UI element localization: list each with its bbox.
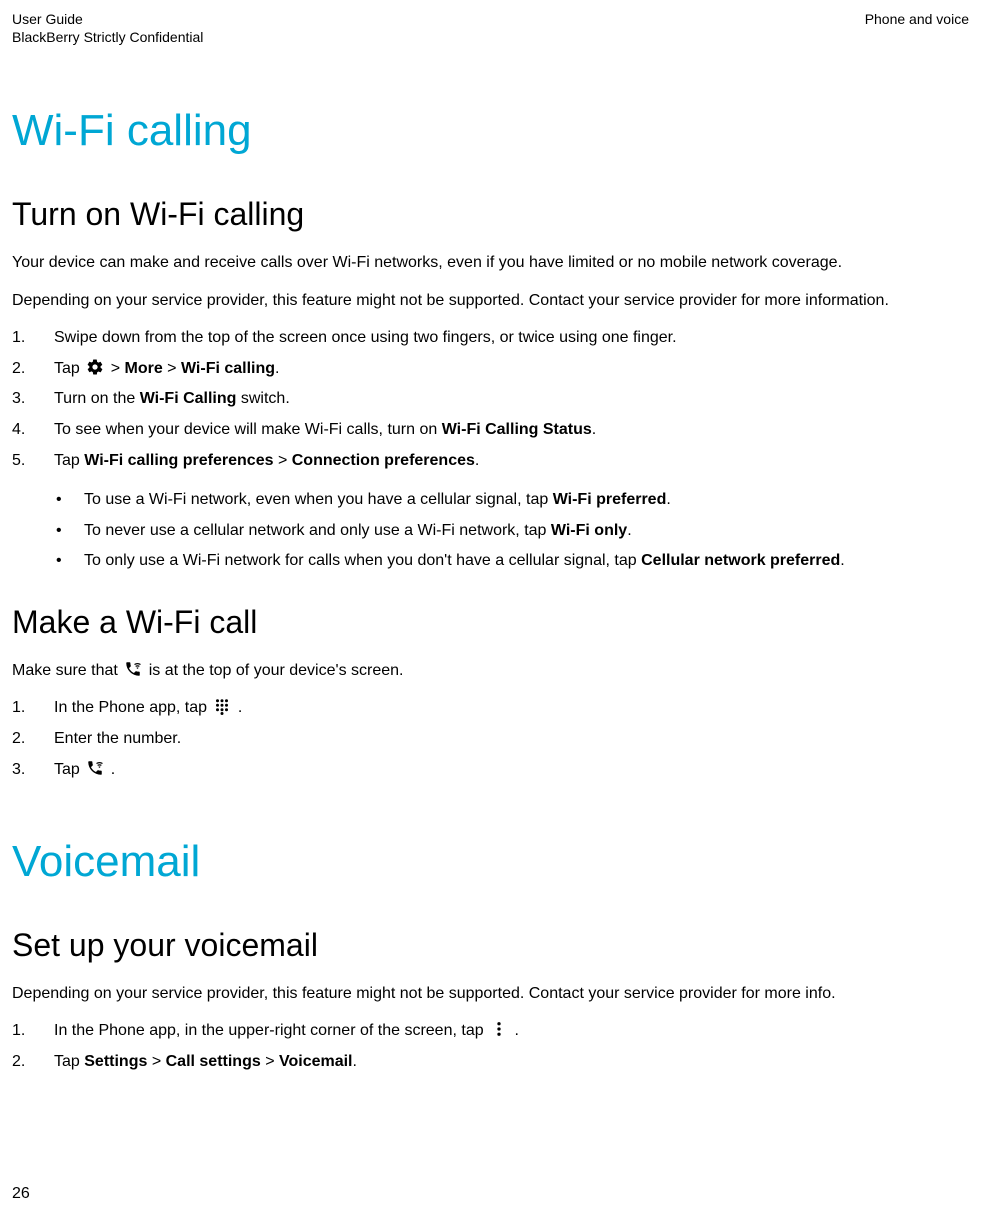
steps-turn-on: Swipe down from the top of the screen on… xyxy=(12,326,969,474)
heading-wifi-calling: Wi-Fi calling xyxy=(12,106,969,156)
bold-text: Wi-Fi Calling xyxy=(140,390,237,407)
bold-text: Cellular network preferred xyxy=(641,552,840,569)
text: To only use a Wi-Fi network for calls wh… xyxy=(84,552,641,569)
settings-gear-icon xyxy=(86,358,104,376)
step: Tap Wi-Fi calling preferences > Connecti… xyxy=(12,449,969,474)
paragraph: Depending on your service provider, this… xyxy=(12,289,969,312)
bullets-connection-prefs: To use a Wi-Fi network, even when you ha… xyxy=(12,488,969,574)
text: > xyxy=(274,452,292,469)
step: In the Phone app, tap . xyxy=(12,696,969,721)
text: To see when your device will make Wi-Fi … xyxy=(54,421,442,438)
wifi-call-icon xyxy=(124,660,142,678)
bullet: To only use a Wi-Fi network for calls wh… xyxy=(12,549,969,574)
heading-turn-on-wifi: Turn on Wi-Fi calling xyxy=(12,196,969,233)
text: Tap xyxy=(54,360,84,377)
page-header: User Guide BlackBerry Strictly Confident… xyxy=(12,10,969,46)
text: Tap xyxy=(54,761,84,778)
step: Tap > More > Wi-Fi calling. xyxy=(12,357,969,382)
step: In the Phone app, in the upper-right cor… xyxy=(12,1019,969,1044)
step: Enter the number. xyxy=(12,727,969,752)
text: Tap xyxy=(54,452,84,469)
text: > xyxy=(111,360,125,377)
text: . xyxy=(666,491,670,508)
step: Turn on the Wi-Fi Calling switch. xyxy=(12,387,969,412)
text: To never use a cellular network and only… xyxy=(84,522,551,539)
bold-text: Wi-Fi Calling Status xyxy=(442,421,592,438)
step: Swipe down from the top of the screen on… xyxy=(12,326,969,351)
steps-setup-voicemail: In the Phone app, in the upper-right cor… xyxy=(12,1019,969,1075)
step: To see when your device will make Wi-Fi … xyxy=(12,418,969,443)
text: To use a Wi-Fi network, even when you ha… xyxy=(84,491,553,508)
paragraph: Make sure that is at the top of your dev… xyxy=(12,659,969,682)
text: . xyxy=(111,761,115,778)
text: Turn on the xyxy=(54,390,140,407)
heading-setup-voicemail: Set up your voicemail xyxy=(12,927,969,964)
header-right: Phone and voice xyxy=(865,10,969,46)
bold-text: Wi-Fi calling xyxy=(181,360,275,377)
text: is at the top of your device's screen. xyxy=(149,662,404,679)
bullet: To never use a cellular network and only… xyxy=(12,519,969,544)
header-guide: User Guide xyxy=(12,10,203,28)
steps-make-call: In the Phone app, tap . Enter the number… xyxy=(12,696,969,782)
more-vert-icon xyxy=(490,1020,508,1038)
text: > xyxy=(261,1053,279,1070)
step: Tap Settings > Call settings > Voicemail… xyxy=(12,1050,969,1075)
text: > xyxy=(147,1053,165,1070)
heading-make-wifi-call: Make a Wi-Fi call xyxy=(12,604,969,641)
page-number: 26 xyxy=(12,1185,30,1203)
bold-text: Connection preferences xyxy=(292,452,475,469)
step: Tap . xyxy=(12,758,969,783)
text: Make sure that xyxy=(12,662,122,679)
text: . xyxy=(627,522,631,539)
paragraph: Depending on your service provider, this… xyxy=(12,982,969,1005)
bold-text: Settings xyxy=(84,1053,147,1070)
text: switch. xyxy=(236,390,289,407)
bold-text: Wi-Fi calling preferences xyxy=(84,452,273,469)
text: > xyxy=(163,360,181,377)
bold-text: Call settings xyxy=(166,1053,261,1070)
dialpad-icon xyxy=(213,697,231,715)
text: . xyxy=(275,360,279,377)
text: . xyxy=(592,421,596,438)
bullet: To use a Wi-Fi network, even when you ha… xyxy=(12,488,969,513)
heading-voicemail: Voicemail xyxy=(12,837,969,887)
bold-text: More xyxy=(125,360,163,377)
phone-wifi-icon xyxy=(86,759,104,777)
text: . xyxy=(840,552,844,569)
header-left: User Guide BlackBerry Strictly Confident… xyxy=(12,10,203,46)
text: In the Phone app, in the upper-right cor… xyxy=(54,1022,488,1039)
header-confidential: BlackBerry Strictly Confidential xyxy=(12,28,203,46)
bold-text: Wi-Fi preferred xyxy=(553,491,667,508)
bold-text: Voicemail xyxy=(279,1053,353,1070)
text: In the Phone app, tap xyxy=(54,699,211,716)
text: . xyxy=(515,1022,519,1039)
text: . xyxy=(238,699,242,716)
text: . xyxy=(353,1053,357,1070)
text: Tap xyxy=(54,1053,84,1070)
text: . xyxy=(475,452,479,469)
paragraph: Your device can make and receive calls o… xyxy=(12,251,969,274)
bold-text: Wi-Fi only xyxy=(551,522,627,539)
